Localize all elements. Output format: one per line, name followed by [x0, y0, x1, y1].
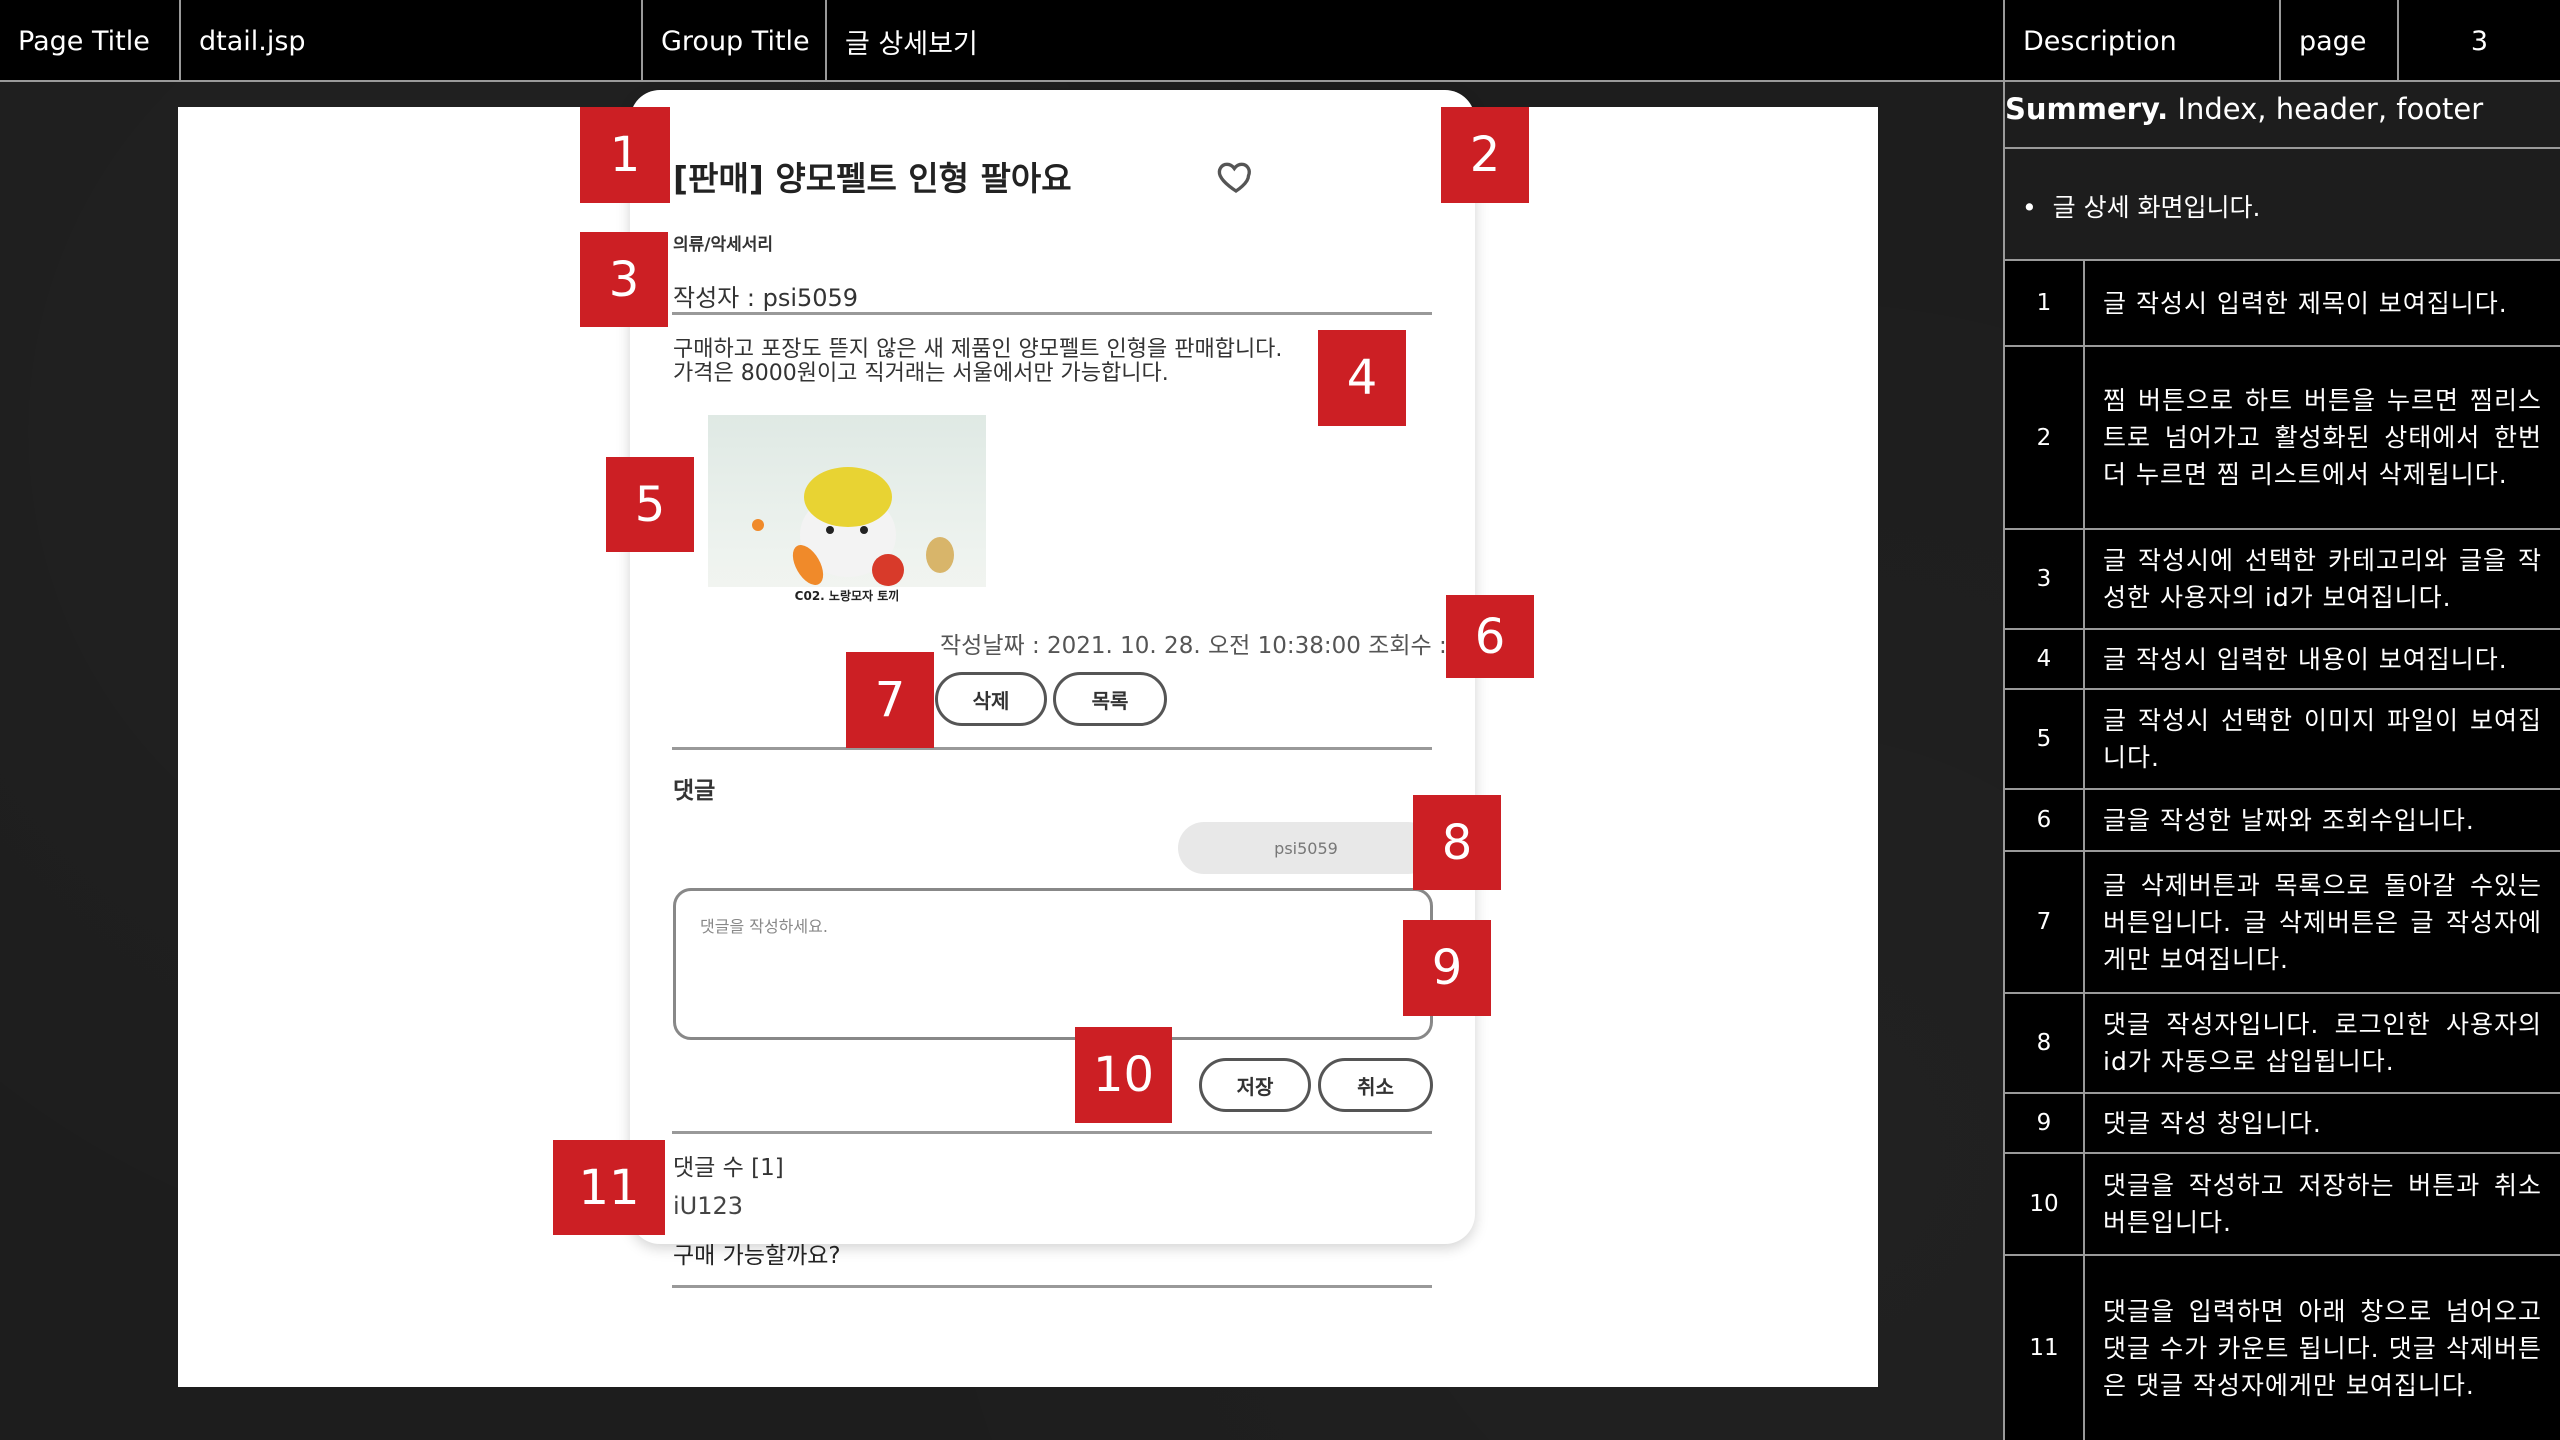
desc-row-text: 댓글을 작성하고 저장하는 버튼과 취소 버튼입니다. [2103, 1171, 2542, 1237]
description-label: Description [2005, 0, 2281, 82]
storyboard-header: Page Title dtail.jsp Group Title 글 상세보기 … [0, 0, 2560, 82]
desc-row: 11 댓글을 입력하면 아래 창으로 넘어오고 댓글 수가 카운트 됩니다. 댓… [2005, 1256, 2560, 1440]
desc-row: 9 댓글 작성 창입니다. [2005, 1094, 2560, 1154]
save-button[interactable]: 저장 [1199, 1058, 1311, 1112]
comment-user: iU123 [673, 1192, 744, 1220]
group-title-label: Group Title [643, 0, 827, 82]
divider [672, 312, 1432, 315]
divider [672, 1131, 1432, 1134]
page-label: page [2281, 0, 2399, 82]
marker-10: 10 [1075, 1027, 1172, 1123]
post-image: C02. 노랑모자 토끼 [708, 415, 986, 613]
desc-row-text: 글 작성시에 선택한 카테고리와 글을 작성한 사용자의 id가 보여집니다. [2103, 546, 2542, 612]
desc-row-text: 댓글을 입력하면 아래 창으로 넘어오고 댓글 수가 카운트 됩니다. 댓글 삭… [2103, 1296, 2542, 1400]
marker-4: 4 [1318, 330, 1406, 426]
post-body: 구매하고 포장도 뜯지 않은 새 제품인 양모펠트 인형을 판매합니다. 가격은… [673, 338, 1393, 386]
desc-row-text: 글 작성시 입력한 제목이 보여집니다. [2103, 288, 2508, 318]
comment-input[interactable]: 댓글을 작성하세요. [673, 888, 1433, 1040]
desc-row: 3 글 작성시에 선택한 카테고리와 글을 작성한 사용자의 id가 보여집니다… [2005, 530, 2560, 630]
group-title-value: 글 상세보기 [827, 0, 2005, 82]
desc-row: 10 댓글을 작성하고 저장하는 버튼과 취소 버튼입니다. [2005, 1154, 2560, 1256]
desc-row-num: 10 [2005, 1154, 2085, 1254]
marker-11: 11 [553, 1140, 665, 1235]
post-body-line: 가격은 8000원이고 직거래는 서울에서만 가능합니다. [673, 361, 1169, 386]
panel-divider [2005, 147, 2560, 149]
image-caption: C02. 노랑모자 토끼 [708, 587, 986, 613]
desc-row-text: 댓글 작성자입니다. 로그인한 사용자의 id가 자동으로 삽입됩니다. [2103, 1010, 2542, 1076]
marker-9: 9 [1403, 920, 1491, 1016]
marker-5: 5 [606, 457, 694, 552]
desc-row: 5 글 작성시 선택한 이미지 파일이 보여집니다. [2005, 690, 2560, 790]
desc-row-num: 4 [2005, 630, 2085, 688]
desc-row-text: 글 삭제버튼과 목록으로 돌아갈 수있는 버튼입니다. 글 삭제버튼은 글 작성… [2103, 870, 2542, 974]
panel-bullet-text: 글 상세 화면입니다. [2052, 193, 2261, 222]
page-title-label: Page Title [0, 0, 181, 82]
summary-text: Index, header, footer [2168, 92, 2484, 126]
panel-bullet: • 글 상세 화면입니다. [2022, 193, 2261, 222]
post-category: 의류/악세서리 [673, 235, 774, 255]
marker-1: 1 [580, 107, 670, 203]
comment-text: 구매 가능할까요? [673, 1243, 841, 1269]
desc-row-text: 글을 작성한 날짜와 조회수입니다. [2103, 805, 2475, 835]
desc-row: 6 글을 작성한 날짜와 조회수입니다. [2005, 790, 2560, 852]
desc-row-num: 8 [2005, 994, 2085, 1092]
panel-summary: Summery. Index, header, footer [2005, 92, 2483, 126]
desc-row-text: 글 작성시 입력한 내용이 보여집니다. [2103, 644, 2508, 674]
marker-2: 2 [1441, 107, 1529, 203]
page-number: 3 [2470, 25, 2489, 57]
desc-row-text: 글 작성시 선택한 이미지 파일이 보여집니다. [2103, 706, 2542, 772]
post-title: [판매] 양모펠트 인형 팔아요 [673, 159, 1072, 198]
heart-icon[interactable] [1216, 156, 1256, 196]
comment-writer-field: psi5059 [1178, 822, 1434, 874]
marker-7: 7 [846, 652, 934, 748]
comment-heading: 댓글 [673, 778, 716, 804]
desc-row: 2 찜 버튼으로 하트 버튼을 누르면 찜리스트로 넘어가고 활성화된 상태에서… [2005, 347, 2560, 530]
desc-row: 8 댓글 작성자입니다. 로그인한 사용자의 id가 자동으로 삽입됩니다. [2005, 994, 2560, 1094]
desc-row-text: 댓글 작성 창입니다. [2103, 1108, 2322, 1138]
desc-row-num: 3 [2005, 530, 2085, 628]
desc-row: 7 글 삭제버튼과 목록으로 돌아갈 수있는 버튼입니다. 글 삭제버튼은 글 … [2005, 852, 2560, 994]
delete-button[interactable]: 삭제 [935, 672, 1047, 726]
post-author: 작성자 : psi5059 [673, 284, 859, 312]
summary-label: Summery. [2005, 92, 2169, 126]
cancel-button[interactable]: 취소 [1318, 1058, 1433, 1112]
desc-row-num: 2 [2005, 347, 2085, 528]
desc-row-text: 찜 버튼으로 하트 버튼을 누르면 찜리스트로 넘어가고 활성화된 상태에서 한… [2103, 386, 2542, 489]
post-meta: 작성날짜 : 2021. 10. 28. 오전 10:38:00 조회수 : 2 [940, 633, 1469, 659]
desc-row-num: 5 [2005, 690, 2085, 788]
divider [672, 747, 1432, 750]
post-body-line: 구매하고 포장도 뜯지 않은 새 제품인 양모펠트 인형을 판매합니다. [673, 337, 1283, 362]
comment-count: 댓글 수 [1] [673, 1155, 784, 1181]
marker-6: 6 [1446, 595, 1534, 678]
desc-row-num: 11 [2005, 1256, 2085, 1440]
list-button[interactable]: 목록 [1053, 672, 1167, 726]
page-title-value: dtail.jsp [181, 0, 643, 82]
desc-row-num: 7 [2005, 852, 2085, 992]
desc-row-num: 1 [2005, 261, 2085, 345]
desc-row-num: 9 [2005, 1094, 2085, 1152]
desc-row-num: 6 [2005, 790, 2085, 850]
divider [672, 1285, 1432, 1288]
marker-3: 3 [580, 232, 668, 327]
desc-row: 1 글 작성시 입력한 제목이 보여집니다. [2005, 261, 2560, 347]
plush-rabbit-image [752, 467, 954, 586]
desc-row: 4 글 작성시 입력한 내용이 보여집니다. [2005, 630, 2560, 690]
marker-8: 8 [1413, 795, 1501, 890]
